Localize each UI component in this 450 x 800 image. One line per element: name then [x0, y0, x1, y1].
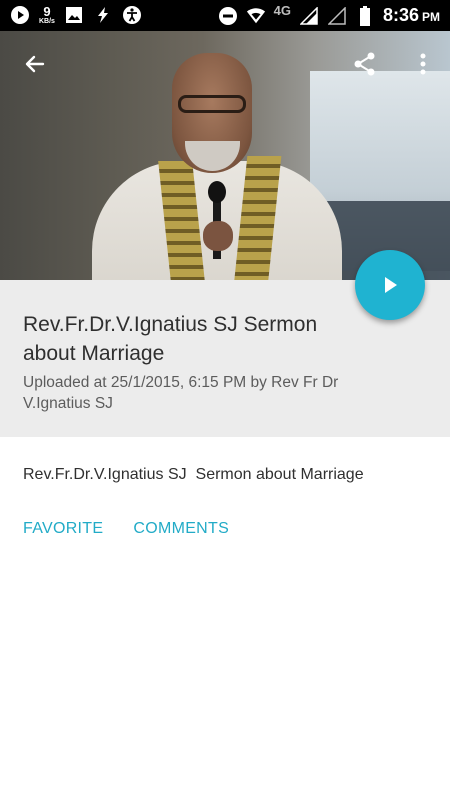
- video-title: Rev.Fr.Dr.V.Ignatius SJ Sermon about Mar…: [23, 313, 318, 365]
- wifi-icon: [246, 6, 266, 26]
- clock: 8:36 PM: [383, 5, 440, 26]
- clock-ampm: PM: [422, 10, 440, 24]
- video-thumbnail[interactable]: [0, 31, 450, 280]
- video-description: Rev.Fr.Dr.V.Ignatius SJ Sermon about Mar…: [23, 466, 364, 483]
- comments-button[interactable]: COMMENTS: [133, 520, 229, 538]
- play-button[interactable]: [355, 250, 425, 320]
- accessibility-icon: [122, 5, 142, 25]
- flash-icon: [93, 5, 113, 25]
- back-arrow-icon[interactable]: [20, 49, 50, 79]
- signal-empty-icon: [327, 6, 347, 26]
- upload-info: Uploaded at 25/1/2015, 6:15 PM by Rev Fr…: [23, 374, 339, 412]
- network-type: 4G: [273, 3, 291, 18]
- play-arrow-icon: [385, 277, 397, 293]
- status-bar: 9 KB/s 4G 8:36 PM: [0, 0, 450, 31]
- thumbnail-microphone: [208, 181, 226, 203]
- more-options-icon[interactable]: [408, 49, 438, 79]
- thumbnail-hand: [203, 221, 233, 251]
- network-speed: 9 KB/s: [39, 5, 55, 25]
- share-icon[interactable]: [350, 49, 380, 79]
- thumbnail-glasses: [178, 95, 246, 113]
- clock-time: 8:36: [382, 5, 419, 25]
- favorite-button[interactable]: FAVORITE: [23, 520, 103, 538]
- image-icon: [64, 5, 84, 25]
- dnd-icon: [218, 6, 238, 26]
- battery-icon: [355, 5, 375, 26]
- play-icon: [10, 5, 30, 25]
- signal-icon: [299, 6, 319, 26]
- speed-value: 9: [43, 4, 51, 19]
- action-row: FAVORITE COMMENTS: [23, 520, 229, 538]
- speed-unit: KB/s: [39, 18, 55, 25]
